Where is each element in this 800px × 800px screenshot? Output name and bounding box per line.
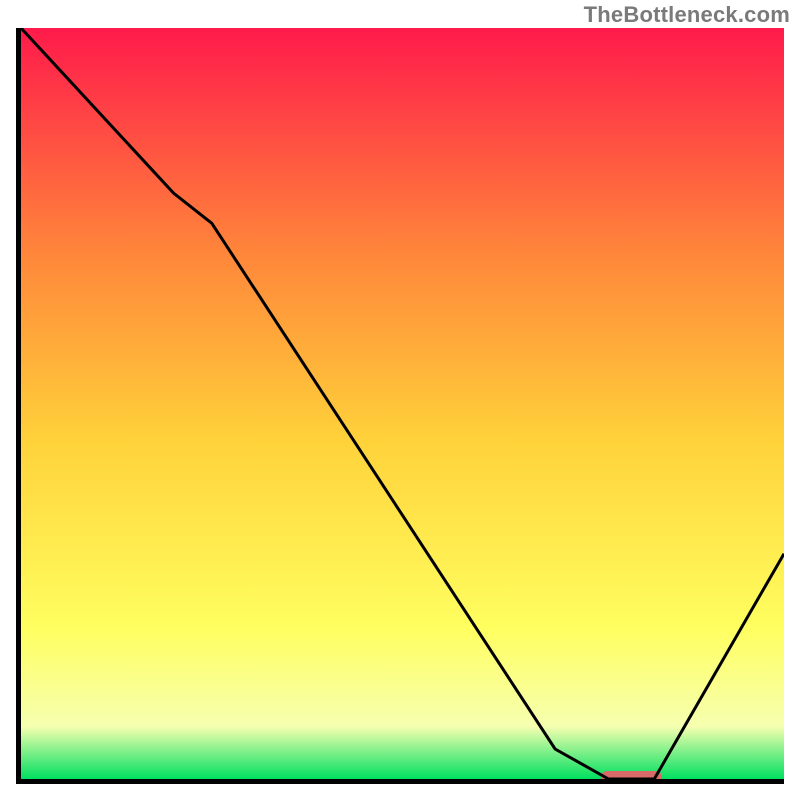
attribution-label: TheBottleneck.com — [584, 2, 790, 28]
gradient-background — [21, 28, 784, 779]
chart-canvas — [21, 28, 784, 779]
